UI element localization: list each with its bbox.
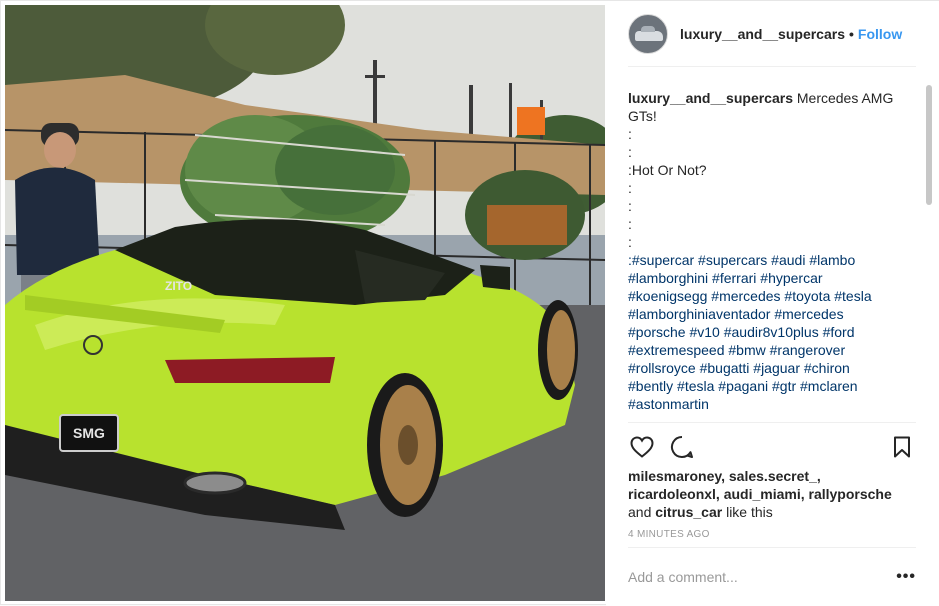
hashtag-line[interactable]: #astonmartin xyxy=(628,395,918,413)
comment-bubble-icon[interactable] xyxy=(668,433,696,461)
comment-section: ••• xyxy=(628,547,916,605)
post-header: luxury__and__supercars • Follow xyxy=(628,1,916,67)
action-bar xyxy=(628,422,916,470)
caption-line: : xyxy=(628,126,632,142)
follow-button[interactable]: Follow xyxy=(858,26,902,42)
avatar-car-image xyxy=(635,25,663,41)
hashtag-line[interactable]: #rollsroyce #bugatti #jaguar #chiron xyxy=(628,359,918,377)
hashtag-line[interactable]: #bently #tesla #pagani #gtr #mclaren xyxy=(628,377,918,395)
header-username[interactable]: luxury__and__supercars xyxy=(680,26,845,42)
bookmark-icon[interactable] xyxy=(888,433,916,461)
instagram-post: SMG ZITO luxury__and__supercars • Follow xyxy=(0,0,939,606)
caption-username[interactable]: luxury__and__supercars xyxy=(628,90,793,106)
likes-suffix: like this xyxy=(722,504,773,520)
likes-line-1[interactable]: milesmaroney, sales.secret_, xyxy=(628,468,821,484)
car-photo-illustration: SMG ZITO xyxy=(5,5,605,601)
caption-line: : xyxy=(628,216,632,232)
hashtag-line[interactable]: #lamborghini #ferrari #hypercar xyxy=(628,269,918,287)
post-timestamp[interactable]: 4 MINUTES AGO xyxy=(628,529,710,540)
avatar[interactable] xyxy=(628,13,668,54)
caption-line: : xyxy=(628,180,632,196)
post-sidebar: luxury__and__supercars • Follow luxury__… xyxy=(606,1,939,606)
caption-first-line: luxury__and__supercars Mercedes AMG GTs! xyxy=(628,89,918,125)
caption-line: : xyxy=(628,144,632,160)
likes-and: and xyxy=(628,504,656,520)
hashtag-line[interactable]: #koenigsegg #mercedes #toyota #tesla xyxy=(628,287,918,305)
hashtag-line[interactable]: #extremespeed #bmw #rangerover xyxy=(628,341,918,359)
likes-summary: milesmaroney, sales.secret_, ricardoleon… xyxy=(628,467,920,521)
hashtag-line[interactable]: #porsche #v10 #audir8v10plus #ford xyxy=(628,323,918,341)
header-separator: • xyxy=(848,25,854,42)
heart-icon[interactable] xyxy=(628,433,656,461)
more-options-button[interactable]: ••• xyxy=(896,568,916,586)
window-decal-text: ZITO xyxy=(165,279,192,293)
likes-line-2[interactable]: ricardoleonxl, audi_miami, rallyporsche xyxy=(628,486,892,502)
hashtag-line[interactable]: #lamborghiniaventador #mercedes xyxy=(628,305,918,323)
caption-line: : xyxy=(628,234,632,250)
caption-line: : xyxy=(628,198,632,214)
comment-input[interactable] xyxy=(628,568,897,585)
hashtag-line[interactable]: :#supercar #supercars #audi #lambo xyxy=(628,251,918,269)
post-photo[interactable]: SMG ZITO xyxy=(5,5,605,601)
caption-scrollbar[interactable] xyxy=(926,85,932,205)
license-plate-text: SMG xyxy=(73,425,105,441)
likes-last-user[interactable]: citrus_car xyxy=(655,504,722,520)
caption: luxury__and__supercars Mercedes AMG GTs!… xyxy=(628,89,918,417)
caption-line: :Hot Or Not? xyxy=(628,162,707,178)
